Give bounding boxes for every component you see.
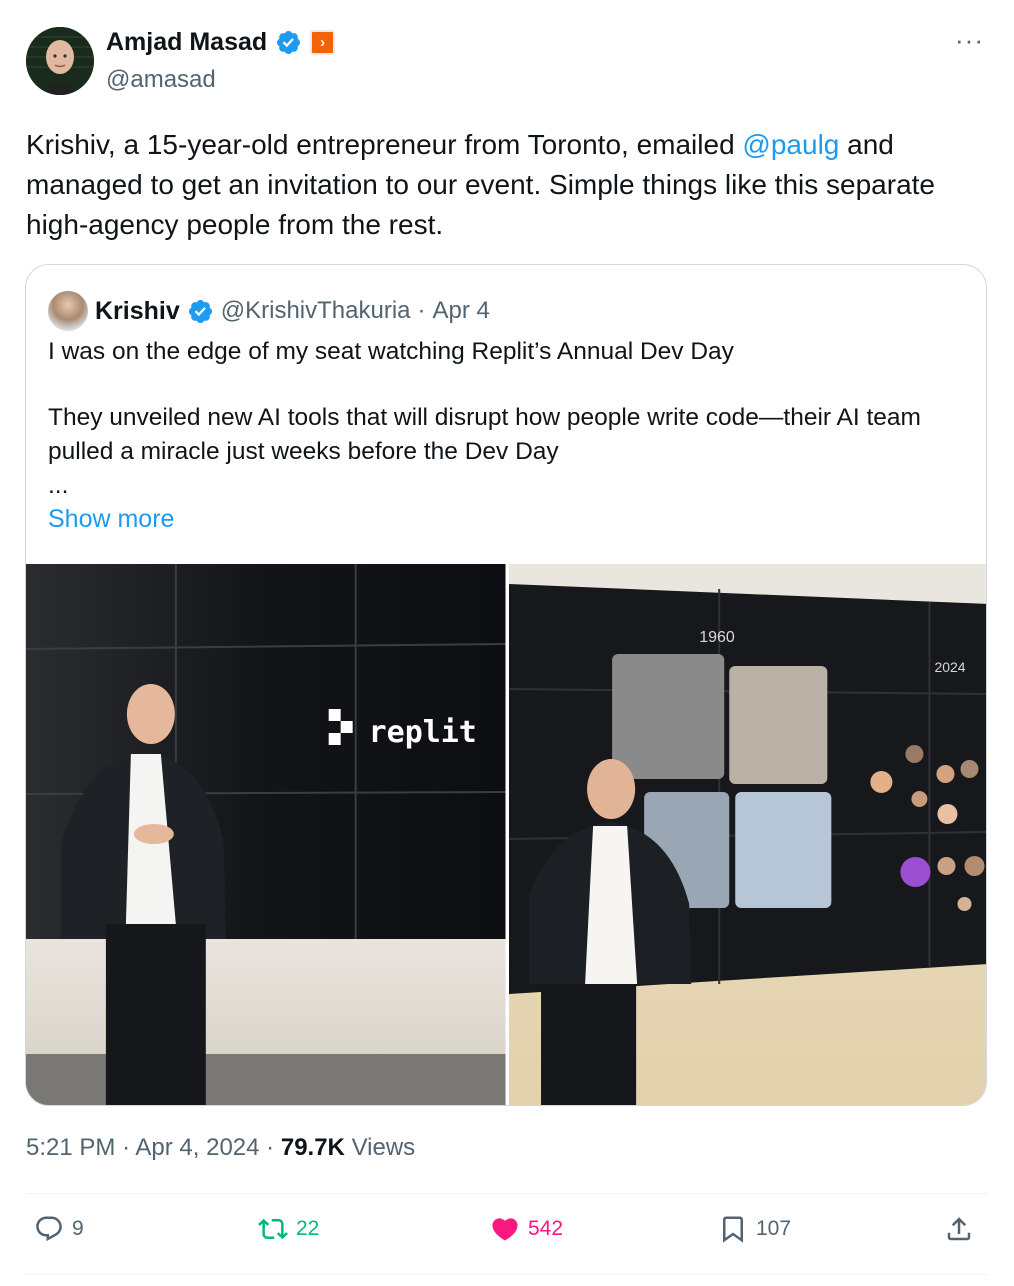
mention-link[interactable]: @paulg bbox=[742, 129, 839, 160]
quoted-ellipsis: ... bbox=[48, 472, 69, 499]
like-count: 542 bbox=[528, 1217, 564, 1240]
quoted-header: Krishiv @KrishivThakuria · Apr 4 bbox=[48, 291, 490, 331]
quoted-line-2: They unveiled new AI tools that will dis… bbox=[48, 404, 921, 465]
repost-icon bbox=[258, 1218, 288, 1240]
tweet-date[interactable]: Apr 4, 2024 bbox=[135, 1134, 259, 1161]
repost-count: 22 bbox=[296, 1217, 320, 1240]
show-more-link[interactable]: Show more bbox=[48, 505, 174, 534]
author-avatar[interactable] bbox=[26, 27, 94, 95]
meta-separator: · bbox=[266, 1134, 275, 1161]
divider bbox=[26, 1274, 988, 1275]
heart-filled-icon bbox=[492, 1218, 518, 1241]
timeline-start-label: 1960 bbox=[699, 629, 735, 646]
views-count: 79.7K bbox=[280, 1134, 345, 1161]
affiliation-badge-icon[interactable]: › bbox=[310, 30, 336, 55]
screen-logo-text: replit bbox=[369, 715, 477, 750]
verified-badge-icon bbox=[188, 299, 212, 323]
share-button[interactable] bbox=[944, 1214, 974, 1244]
verified-badge-icon bbox=[277, 30, 301, 55]
tweet-text-part: Krishiv, a 15-year-old entrepreneur from… bbox=[26, 129, 743, 160]
repost-button[interactable]: 22 bbox=[258, 1214, 319, 1244]
quoted-tweet-card[interactable]: Krishiv @KrishivThakuria · Apr 4 I was o… bbox=[25, 264, 987, 1106]
views-label: Views bbox=[351, 1134, 416, 1161]
media-photo-1[interactable]: replit bbox=[26, 564, 506, 1105]
media-photo-2[interactable]: 1960 2024 bbox=[508, 564, 986, 1105]
tweet-time[interactable]: 5:21 PM bbox=[26, 1134, 115, 1161]
like-button[interactable]: 542 bbox=[490, 1214, 563, 1244]
quoted-text: I was on the edge of my seat watching Re… bbox=[48, 335, 963, 503]
tweet-text: Krishiv, a 15-year-old entrepreneur from… bbox=[26, 125, 986, 245]
quoted-separator: · bbox=[417, 297, 426, 324]
quoted-display-name[interactable]: Krishiv bbox=[95, 297, 180, 326]
bookmark-button[interactable]: 107 bbox=[718, 1214, 791, 1244]
share-icon bbox=[947, 1217, 971, 1241]
divider bbox=[26, 1193, 988, 1194]
author-handle[interactable]: @amasad bbox=[106, 66, 216, 94]
quoted-handle[interactable]: @KrishivThakuria bbox=[221, 297, 411, 325]
media-grid: replit 1960 2024 bbox=[26, 564, 986, 1105]
tweet-meta: 5:21 PM · Apr 4, 2024 · 79.7K Views bbox=[26, 1134, 415, 1162]
action-bar: 9 22 542 107 bbox=[26, 1214, 988, 1258]
more-options-icon[interactable]: ··· bbox=[955, 27, 984, 53]
bookmark-count: 107 bbox=[756, 1217, 792, 1240]
meta-separator: · bbox=[122, 1134, 131, 1161]
reply-count: 9 bbox=[72, 1217, 84, 1240]
author-display-name[interactable]: Amjad Masad bbox=[106, 28, 267, 57]
reply-icon bbox=[36, 1216, 62, 1242]
author-name-row: Amjad Masad › bbox=[106, 28, 336, 57]
reply-button[interactable]: 9 bbox=[34, 1214, 84, 1244]
quoted-line-1: I was on the edge of my seat watching Re… bbox=[48, 338, 734, 365]
bookmark-icon bbox=[723, 1216, 743, 1243]
timeline-end-label: 2024 bbox=[934, 659, 965, 675]
quoted-date[interactable]: Apr 4 bbox=[433, 297, 490, 325]
quoted-avatar[interactable] bbox=[48, 291, 88, 331]
